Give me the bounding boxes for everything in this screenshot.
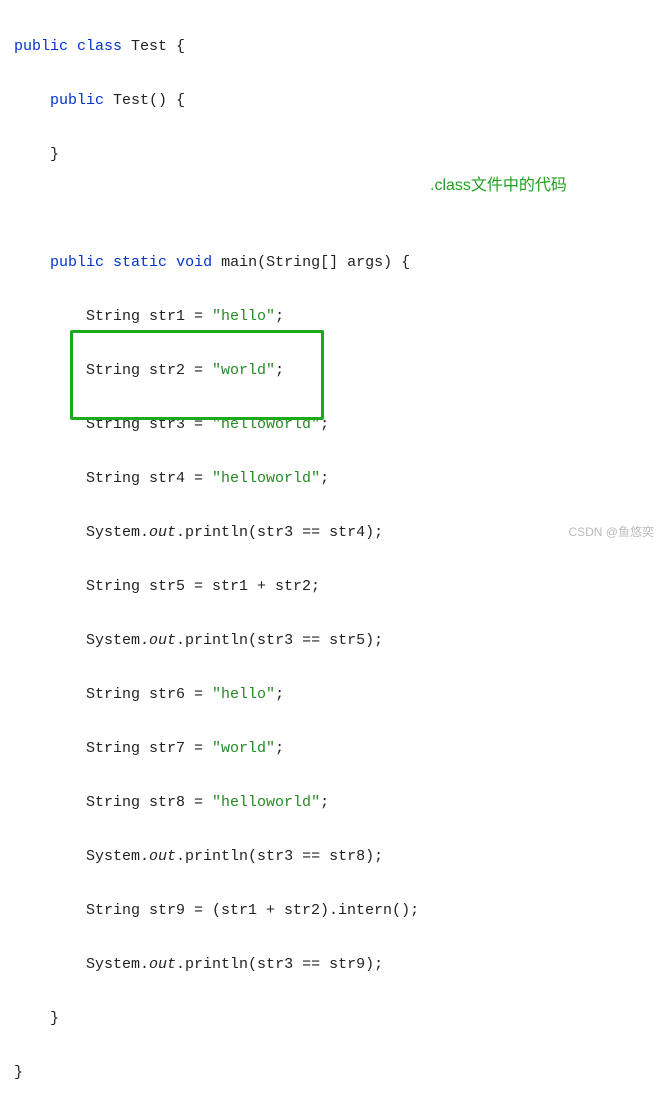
code-text: ;	[320, 470, 329, 487]
code-text: System.	[14, 632, 149, 649]
keyword: public	[50, 92, 104, 109]
string-literal: "helloworld"	[212, 794, 320, 811]
annotation-text: .class文件中的代码	[430, 172, 567, 201]
watermark-text: CSDN @鱼悠奕	[568, 522, 654, 544]
code-line: public class Test {	[14, 33, 652, 60]
code-line: String str2 = "world";	[14, 357, 652, 384]
code-line: String str7 = "world";	[14, 735, 652, 762]
field-ref: out	[149, 524, 176, 541]
code-line: System.out.println(str3 == str4);	[14, 519, 652, 546]
code-text: .println(str3 == str4);	[176, 524, 383, 541]
code-text: .println(str3 == str8);	[176, 848, 383, 865]
keyword: class	[77, 38, 122, 55]
code-line: String str9 = (str1 + str2).intern();	[14, 897, 652, 924]
code-text: String str5 = str1 + str2;	[14, 578, 320, 595]
code-text: String str8 =	[14, 794, 212, 811]
keyword: static	[113, 254, 167, 271]
code-text: System.	[14, 956, 149, 973]
code-text: String str2 =	[14, 362, 212, 379]
code-text: }	[14, 146, 59, 163]
code-text: }	[14, 1064, 23, 1081]
code-text: Test() {	[104, 92, 185, 109]
field-ref: out	[149, 848, 176, 865]
code-block: public class Test { public Test() { } pu…	[0, 0, 666, 1104]
keyword: void	[176, 254, 212, 271]
code-text: .println(str3 == str5);	[176, 632, 383, 649]
field-ref: out	[149, 956, 176, 973]
string-literal: "hello"	[212, 686, 275, 703]
code-line: String str1 = "hello";	[14, 303, 652, 330]
code-text: String str1 =	[14, 308, 212, 325]
code-line: }	[14, 1005, 652, 1032]
code-line: String str3 = "helloworld";	[14, 411, 652, 438]
code-line: System.out.println(str3 == str5);	[14, 627, 652, 654]
keyword: public	[14, 38, 68, 55]
keyword: public	[50, 254, 104, 271]
code-text: .println(str3 == str9);	[176, 956, 383, 973]
code-text: ;	[320, 794, 329, 811]
code-text: Test {	[122, 38, 185, 55]
string-literal: "world"	[212, 740, 275, 757]
string-literal: "helloworld"	[212, 416, 320, 433]
code-text: String str6 =	[14, 686, 212, 703]
code-text: String str7 =	[14, 740, 212, 757]
code-line: String str8 = "helloworld";	[14, 789, 652, 816]
code-text: ;	[275, 362, 284, 379]
code-text: String str4 =	[14, 470, 212, 487]
code-line: }	[14, 1059, 652, 1086]
code-text: ;	[275, 686, 284, 703]
code-text: System.	[14, 524, 149, 541]
code-line: public static void main(String[] args) {	[14, 249, 652, 276]
code-text: String str3 =	[14, 416, 212, 433]
code-text: }	[14, 1010, 59, 1027]
code-line: }	[14, 141, 652, 168]
field-ref: out	[149, 632, 176, 649]
code-line: String str5 = str1 + str2;	[14, 573, 652, 600]
code-line: String str4 = "helloworld";	[14, 465, 652, 492]
code-line: System.out.println(str3 == str9);	[14, 951, 652, 978]
code-text: ;	[320, 416, 329, 433]
code-line: System.out.println(str3 == str8);	[14, 843, 652, 870]
code-line: public Test() {	[14, 87, 652, 114]
string-literal: "helloworld"	[212, 470, 320, 487]
code-text: ;	[275, 308, 284, 325]
code-text: String str9 = (str1 + str2).intern();	[14, 902, 419, 919]
code-text: main(String[] args) {	[212, 254, 410, 271]
code-text: System.	[14, 848, 149, 865]
string-literal: "world"	[212, 362, 275, 379]
string-literal: "hello"	[212, 308, 275, 325]
code-text: ;	[275, 740, 284, 757]
code-line: String str6 = "hello";	[14, 681, 652, 708]
